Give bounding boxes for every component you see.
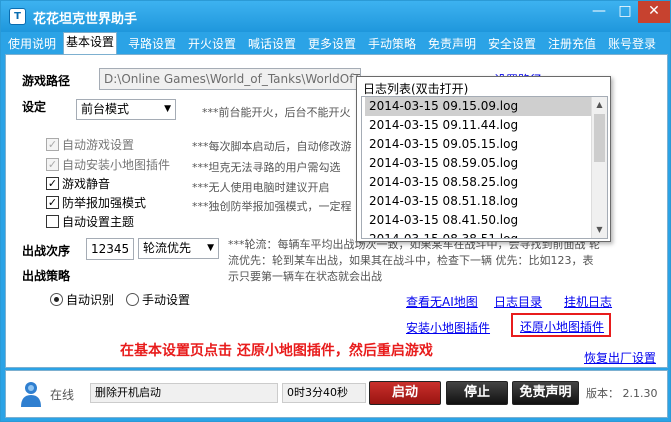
game-path-input[interactable]: D:\Online Games\World_of_Tanks\WorldOfTa (99, 68, 361, 90)
auto-game-settings-checkbox[interactable]: ✓ (46, 138, 59, 151)
app-window: T 花花坦克世界助手 — □ ✕ 使用说明 基本设置 寻路设置 开火设置 喊话设… (0, 0, 671, 422)
game-mute-checkbox[interactable]: ✓ (46, 177, 59, 190)
auto-theme-checkbox[interactable] (46, 215, 59, 228)
auto-game-settings-hint: ***每次脚本启动后，自动修改游 (192, 140, 352, 153)
log-item[interactable]: 2014-03-15 08.51.18.log (365, 192, 591, 211)
log-item[interactable]: 2014-03-15 08.38.51.log (365, 230, 591, 238)
scroll-down-icon[interactable]: ▼ (592, 222, 607, 238)
log-listbox[interactable]: 2014-03-15 09.15.09.log 2014-03-15 09.11… (361, 96, 608, 239)
log-item[interactable]: 2014-03-15 08.41.50.log (365, 211, 591, 230)
tab-usage[interactable]: 使用说明 (5, 34, 59, 54)
app-logo-icon: T (9, 8, 26, 25)
tab-register[interactable]: 注册充值 (545, 34, 599, 54)
log-popup-title: 日志列表(双击打开) (363, 82, 469, 96)
log-list-popup[interactable]: 日志列表(双击打开) 2014-03-15 09.15.09.log 2014-… (356, 76, 611, 242)
maximize-button[interactable]: □ (612, 1, 638, 23)
game-mute-label: 游戏静音 (62, 177, 111, 191)
restore-minimap-link[interactable]: 还原小地图插件 (520, 318, 604, 335)
mode-select[interactable]: 前台模式 ▼ (76, 99, 176, 120)
version-label: 版本： 2.1.30 (586, 387, 658, 400)
chevron-down-icon: ▼ (207, 243, 214, 253)
game-mute-hint: ***无人使用电脑时建议开启 (192, 181, 330, 194)
auto-game-settings-label: 自动游戏设置 (62, 138, 135, 152)
battle-order-mode-select[interactable]: 轮流优先 ▼ (138, 238, 219, 259)
auto-theme-label: 自动设置主题 (62, 215, 135, 229)
anti-report-checkbox[interactable]: ✓ (46, 196, 59, 209)
log-dir-link[interactable]: 日志目录 (494, 293, 542, 310)
install-minimap-link[interactable]: 安装小地图插件 (406, 319, 490, 336)
log-item[interactable]: 2014-03-15 09.11.44.log (365, 116, 591, 135)
user-icon (21, 382, 41, 407)
hang-log-link[interactable]: 挂机日志 (564, 293, 612, 310)
instruction-text: 在基本设置页点击 还原小地图插件，然后重启游戏 (120, 343, 433, 359)
battle-order-mode-value: 轮流优先 (143, 241, 192, 255)
title-bar[interactable]: T 花花坦克世界助手 — □ ✕ (1, 1, 670, 32)
strategy-manual-label: 手动设置 (142, 293, 191, 307)
minimize-button[interactable]: — (586, 1, 612, 23)
disclaimer-button[interactable]: 免责声明 (512, 381, 579, 405)
timer-field: 0时3分40秒 (282, 383, 366, 403)
anti-report-hint: ***独创防举报加强模式，一定程 (192, 200, 352, 213)
scroll-up-icon[interactable]: ▲ (592, 97, 607, 113)
tab-login[interactable]: 账号登录 (605, 34, 659, 54)
close-button[interactable]: ✕ (638, 1, 670, 23)
rotation-note-line3: 示只要第一辆车在状态就会出战 (228, 270, 382, 283)
mode-label: 设定 (22, 100, 47, 114)
strategy-label: 出战策略 (22, 269, 71, 283)
mode-select-value: 前台模式 (81, 102, 130, 116)
start-button[interactable]: 启动 (369, 381, 441, 405)
tab-disclaimer[interactable]: 免责声明 (425, 34, 479, 54)
delete-startup-field[interactable]: 删除开机启动 (90, 383, 278, 403)
tab-bar: 使用说明 基本设置 寻路设置 开火设置 喊话设置 更多设置 手动策略 免责声明 … (5, 32, 668, 54)
anti-report-label: 防举报加强模式 (62, 196, 147, 210)
auto-install-minimap-hint: ***坦克无法寻路的用户需勾选 (192, 161, 341, 174)
window-title: 花花坦克世界助手 (33, 12, 138, 27)
rotation-note-line2: 流优先：轮到某车出战，如果其在战斗中，检查下一辆 优先：比如123，表 (228, 254, 594, 267)
log-item[interactable]: 2014-03-15 09.15.09.log (365, 97, 591, 116)
tab-security[interactable]: 安全设置 (485, 34, 539, 54)
strategy-manual-radio[interactable] (126, 293, 139, 306)
tab-fire[interactable]: 开火设置 (185, 34, 239, 54)
restore-factory-link[interactable]: 恢复出厂设置 (584, 349, 656, 366)
view-ai-map-link[interactable]: 查看无AI地图 (406, 293, 478, 310)
tab-basic-settings[interactable]: 基本设置 (63, 32, 118, 54)
radio-dot (54, 297, 59, 302)
scroll-thumb[interactable] (594, 114, 605, 162)
chevron-down-icon: ▼ (164, 104, 171, 114)
log-item[interactable]: 2014-03-15 08.59.05.log (365, 154, 591, 173)
mode-hint: ***前台能开火，后台不能开火 (202, 106, 351, 119)
battle-order-input[interactable]: 12345 (86, 238, 134, 260)
strategy-auto-radio[interactable] (50, 293, 63, 306)
strategy-auto-label: 自动识别 (66, 293, 115, 307)
game-path-label: 游戏路径 (22, 74, 71, 88)
log-item[interactable]: 2014-03-15 08.58.25.log (365, 173, 591, 192)
stop-button[interactable]: 停止 (446, 381, 508, 405)
tab-shout[interactable]: 喊话设置 (245, 34, 299, 54)
tab-more[interactable]: 更多设置 (305, 34, 359, 54)
log-item[interactable]: 2014-03-15 09.05.15.log (365, 135, 591, 154)
tab-manual-strategy[interactable]: 手动策略 (365, 34, 419, 54)
log-scrollbar[interactable]: ▲ ▼ (591, 97, 607, 238)
tab-pathfinding[interactable]: 寻路设置 (125, 34, 179, 54)
auto-install-minimap-checkbox[interactable]: ✓ (46, 158, 59, 171)
battle-order-label: 出战次序 (22, 244, 71, 258)
status-bar: 在线 删除开机启动 0时3分40秒 启动 停止 免责声明 版本： 2.1.30 (5, 370, 668, 418)
auto-install-minimap-label: 自动安装小地图插件 (62, 158, 171, 172)
online-status: 在线 (50, 388, 75, 402)
